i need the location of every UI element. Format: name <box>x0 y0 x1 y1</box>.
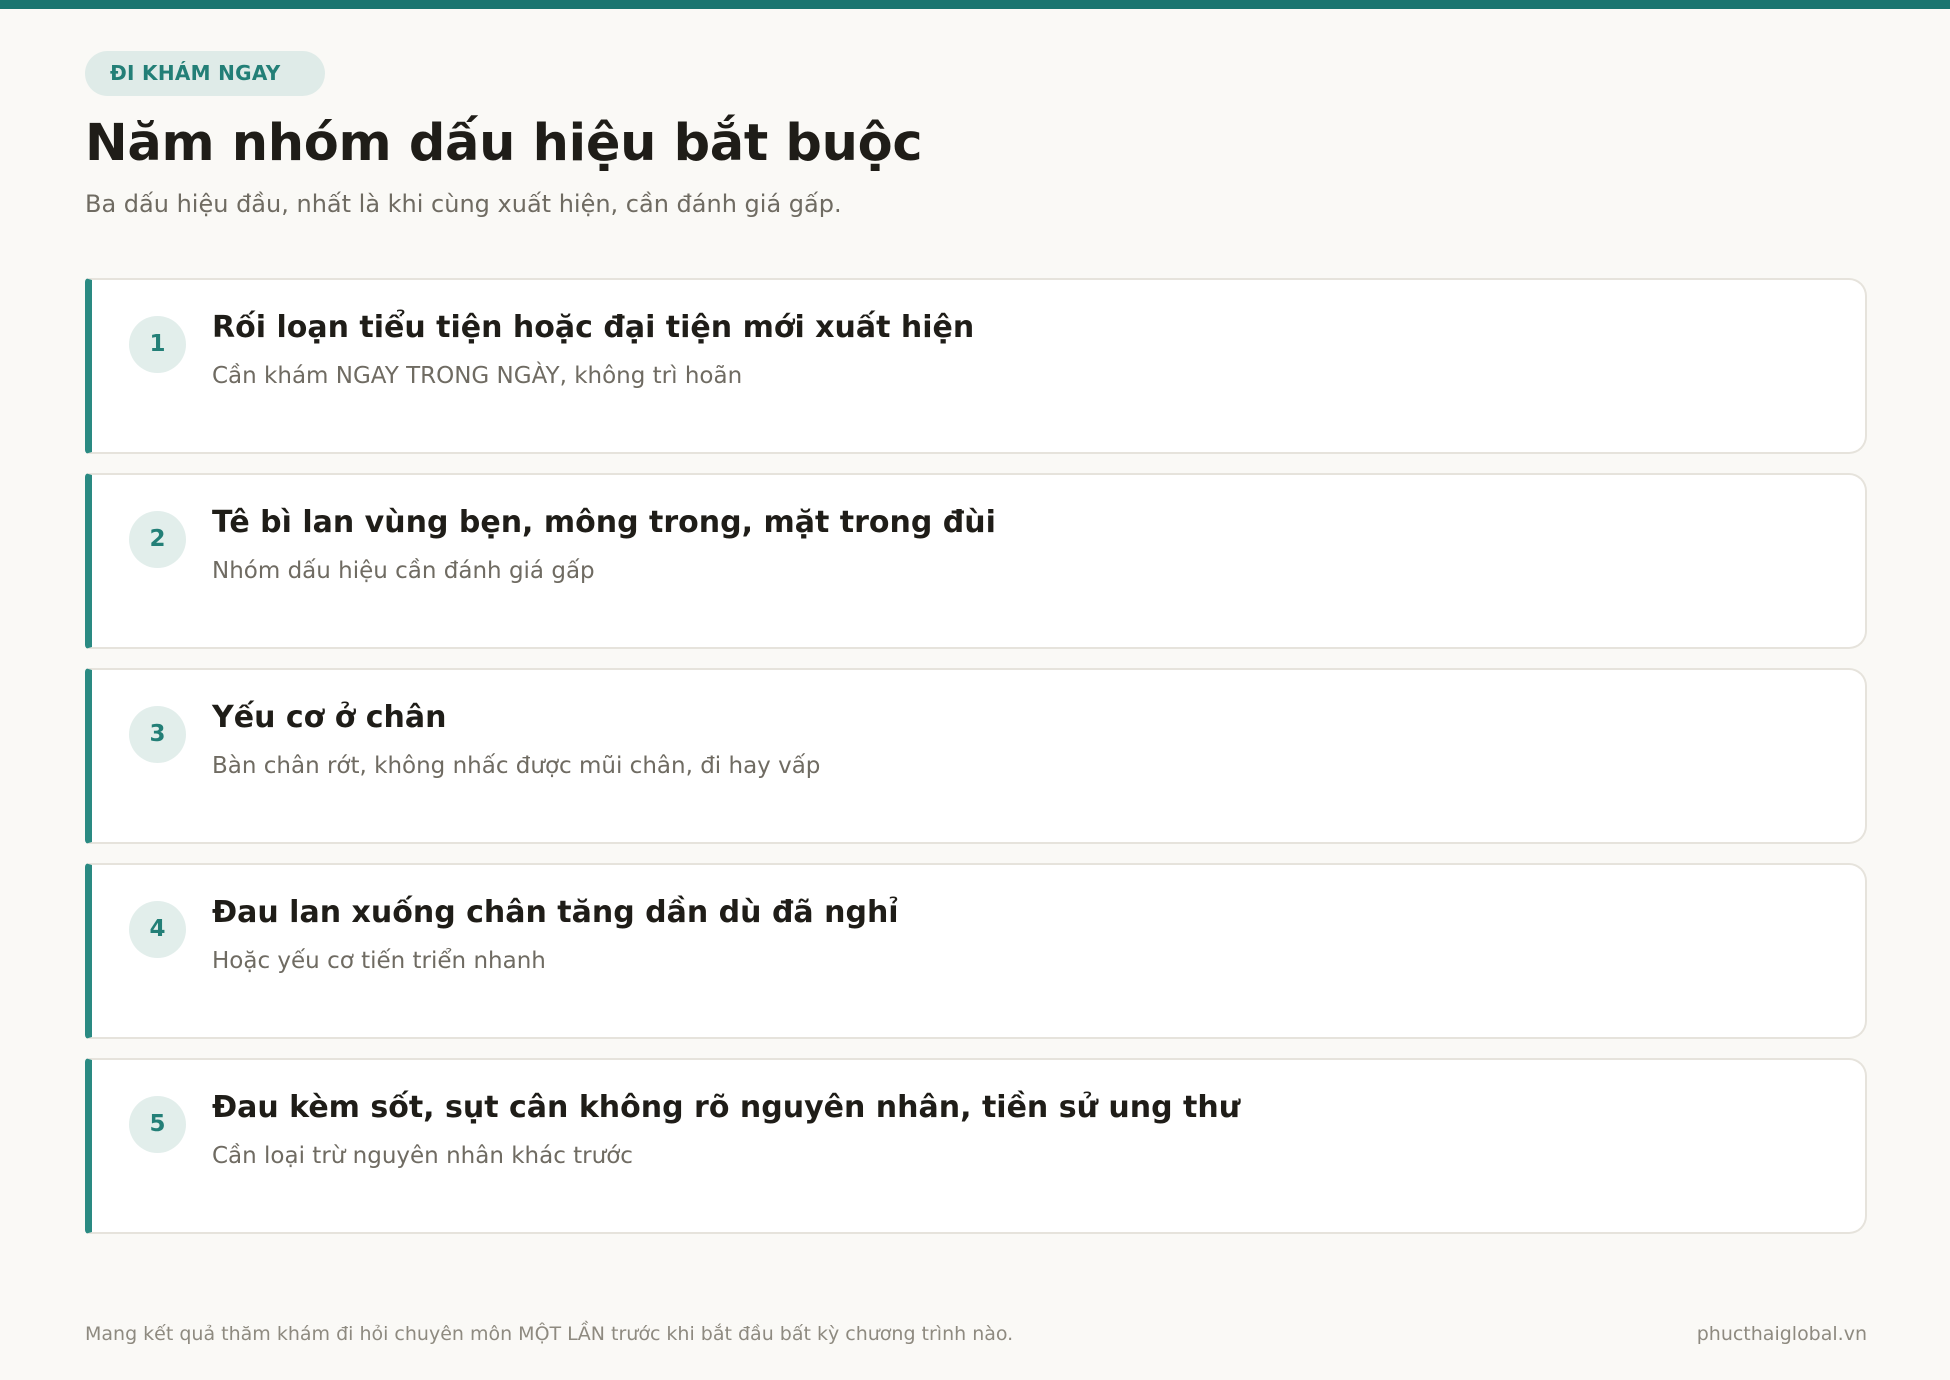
card-description: Cần loại trừ nguyên nhân khác trước <box>212 1143 633 1169</box>
warning-card: 3 Yếu cơ ở chân Bàn chân rớt, không nhấc… <box>85 668 1867 844</box>
card-description: Hoặc yếu cơ tiến triển nhanh <box>212 948 546 974</box>
footer-note: Mang kết quả thăm khám đi hỏi chuyên môn… <box>85 1323 1014 1345</box>
card-description: Bàn chân rớt, không nhấc được mũi chân, … <box>212 753 821 779</box>
card-number-badge: 3 <box>129 706 186 763</box>
card-number-badge: 1 <box>129 316 186 373</box>
page-title: Năm nhóm dấu hiệu bắt buộc <box>85 114 923 173</box>
card-number-badge: 2 <box>129 511 186 568</box>
card-title: Đau lan xuống chân tăng dần dù đã nghỉ <box>212 895 899 930</box>
warning-card: 4 Đau lan xuống chân tăng dần dù đã nghỉ… <box>85 863 1867 1039</box>
page-subtitle: Ba dấu hiệu đầu, nhất là khi cùng xuất h… <box>85 190 842 218</box>
card-number-badge: 4 <box>129 901 186 958</box>
page: ĐI KHÁM NGAY Năm nhóm dấu hiệu bắt buộc … <box>85 0 1867 1380</box>
footer-site-link[interactable]: phucthaiglobal.vn <box>1697 1320 1867 1348</box>
card-description: Cần khám NGAY TRONG NGÀY, không trì hoãn <box>212 363 743 389</box>
warning-card: 2 Tê bì lan vùng bẹn, mông trong, mặt tr… <box>85 473 1867 649</box>
card-title: Tê bì lan vùng bẹn, mông trong, mặt tron… <box>212 505 996 540</box>
warning-card: 5 Đau kèm sốt, sụt cân không rõ nguyên n… <box>85 1058 1867 1234</box>
card-number-badge: 5 <box>129 1096 186 1153</box>
card-title: Rối loạn tiểu tiện hoặc đại tiện mới xuấ… <box>212 310 975 345</box>
card-title: Đau kèm sốt, sụt cân không rõ nguyên nhâ… <box>212 1090 1241 1125</box>
card-description: Nhóm dấu hiệu cần đánh giá gấp <box>212 558 595 584</box>
section-badge: ĐI KHÁM NGAY <box>85 51 325 96</box>
warning-sign-list: 1 Rối loạn tiểu tiện hoặc đại tiện mới x… <box>85 278 1867 1253</box>
card-title: Yếu cơ ở chân <box>212 700 447 735</box>
warning-card: 1 Rối loạn tiểu tiện hoặc đại tiện mới x… <box>85 278 1867 454</box>
